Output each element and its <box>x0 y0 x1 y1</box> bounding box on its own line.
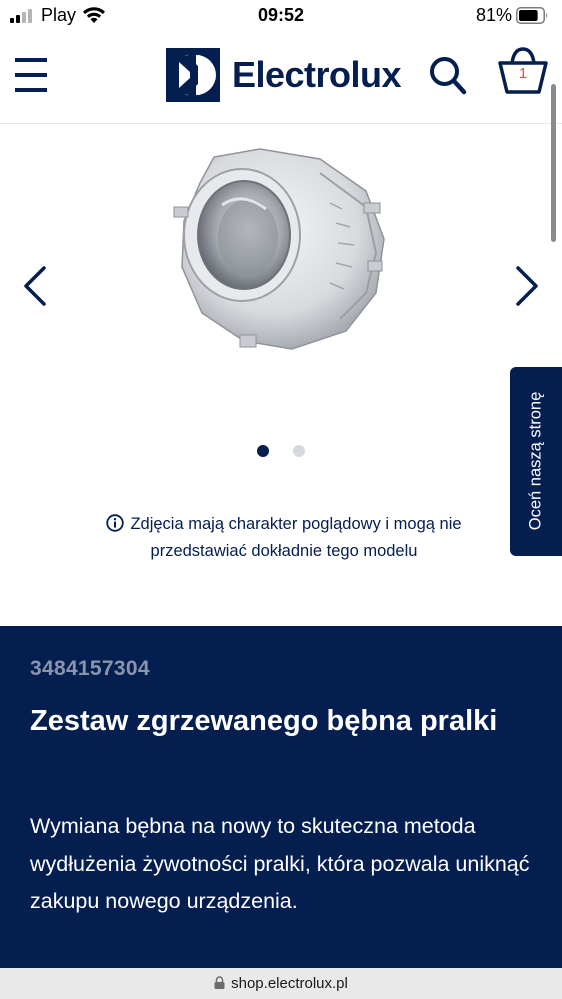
lock-icon <box>214 976 225 989</box>
product-gallery <box>0 125 562 495</box>
brand-name: Electrolux <box>232 54 402 95</box>
status-bar: Play 09:52 81% <box>0 0 562 32</box>
cart-count-badge: 1 <box>518 65 528 82</box>
battery-icon <box>516 7 547 24</box>
product-title: Zestaw zgrzewanego bębna pralki <box>30 705 498 737</box>
battery-percentage: 81% <box>475 5 512 25</box>
disclaimer-text: Zdjęcia mają charakter poglądowy i mogą … <box>130 515 462 560</box>
chevron-left-icon[interactable] <box>20 265 50 307</box>
product-description: Wymiana bębna na nowy to skuteczna metod… <box>30 814 530 913</box>
feedback-tab-label: Oceń naszą stronę <box>526 391 545 531</box>
cart-button[interactable]: 1 <box>497 46 549 96</box>
product-info-panel: 3484157304 Zestaw zgrzewanego bębna pral… <box>0 626 562 968</box>
site-header: Electrolux 1 <box>0 32 562 124</box>
product-image[interactable] <box>170 143 392 353</box>
gallery-dot-2[interactable] <box>293 445 305 457</box>
info-icon <box>106 514 125 532</box>
product-sku: 3484157304 <box>30 657 150 680</box>
search-icon[interactable] <box>429 56 467 96</box>
chevron-right-icon[interactable] <box>512 265 542 307</box>
menu-icon[interactable] <box>15 58 47 94</box>
electrolux-logo[interactable]: Electrolux <box>166 48 402 102</box>
electrolux-logo-mark <box>166 48 220 102</box>
feedback-tab[interactable]: Oceń naszą stronę <box>510 367 562 556</box>
image-disclaimer: Zdjęcia mają charakter poglądowy i mogą … <box>64 511 504 565</box>
browser-address-bar[interactable]: shop.electrolux.pl <box>0 968 562 999</box>
gallery-pagination <box>0 445 562 457</box>
page-url: shop.electrolux.pl <box>231 975 348 992</box>
gallery-dot-1[interactable] <box>257 445 269 457</box>
